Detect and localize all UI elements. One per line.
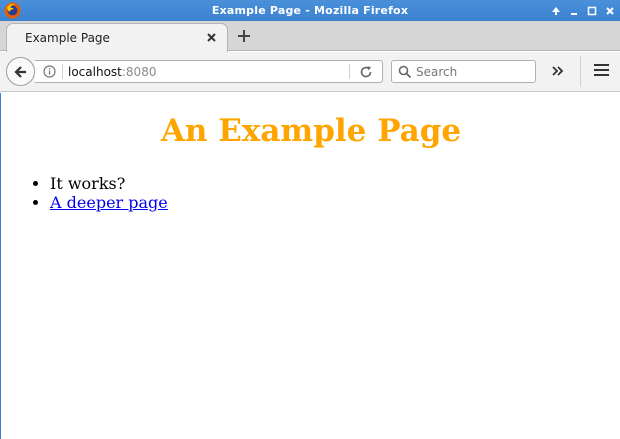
list-item: A deeper page — [50, 193, 168, 212]
toolbar-separator — [580, 56, 581, 87]
window-controls — [550, 0, 616, 21]
url-divider-right — [349, 64, 350, 79]
page-content: An Example Page It works? A deeper page — [0, 93, 620, 439]
info-icon[interactable] — [43, 65, 56, 78]
maximize-icon[interactable] — [586, 5, 598, 17]
tab-example-page[interactable]: Example Page — [6, 23, 228, 52]
list-item: It works? — [50, 174, 168, 193]
reload-icon[interactable] — [359, 65, 373, 79]
back-button[interactable] — [6, 57, 35, 86]
page-list: It works? A deeper page — [50, 174, 168, 212]
hamburger-menu-icon[interactable] — [594, 64, 609, 78]
list-item-text: It works? — [50, 174, 126, 193]
search-bar[interactable]: Search — [391, 60, 536, 83]
close-icon[interactable] — [604, 5, 616, 17]
new-tab-button[interactable] — [234, 26, 254, 46]
url-port: :8080 — [121, 65, 157, 79]
window-title: Example Page - Mozilla Firefox — [211, 4, 409, 17]
tab-strip: Example Page — [0, 21, 620, 52]
url-bar[interactable]: localhost:8080 — [35, 60, 383, 83]
window-titlebar: Example Page - Mozilla Firefox — [0, 0, 620, 21]
firefox-logo-icon — [4, 2, 21, 19]
page-heading: An Example Page — [160, 113, 462, 149]
overflow-chevron-icon[interactable] — [551, 62, 565, 80]
deeper-page-link[interactable]: A deeper page — [50, 193, 168, 212]
url-host: localhost — [68, 65, 122, 79]
tab-label: Example Page — [25, 31, 110, 45]
plus-icon — [238, 30, 250, 42]
search-icon — [398, 65, 412, 79]
url-text[interactable]: localhost:8080 — [68, 65, 156, 79]
back-arrow-icon — [13, 65, 26, 78]
up-arrow-icon[interactable] — [550, 5, 562, 17]
minimize-icon[interactable] — [568, 5, 580, 17]
search-placeholder: Search — [416, 65, 458, 79]
tab-close-icon[interactable] — [207, 30, 216, 46]
navigation-toolbar: localhost:8080 Search — [0, 52, 620, 92]
url-divider — [62, 64, 63, 79]
